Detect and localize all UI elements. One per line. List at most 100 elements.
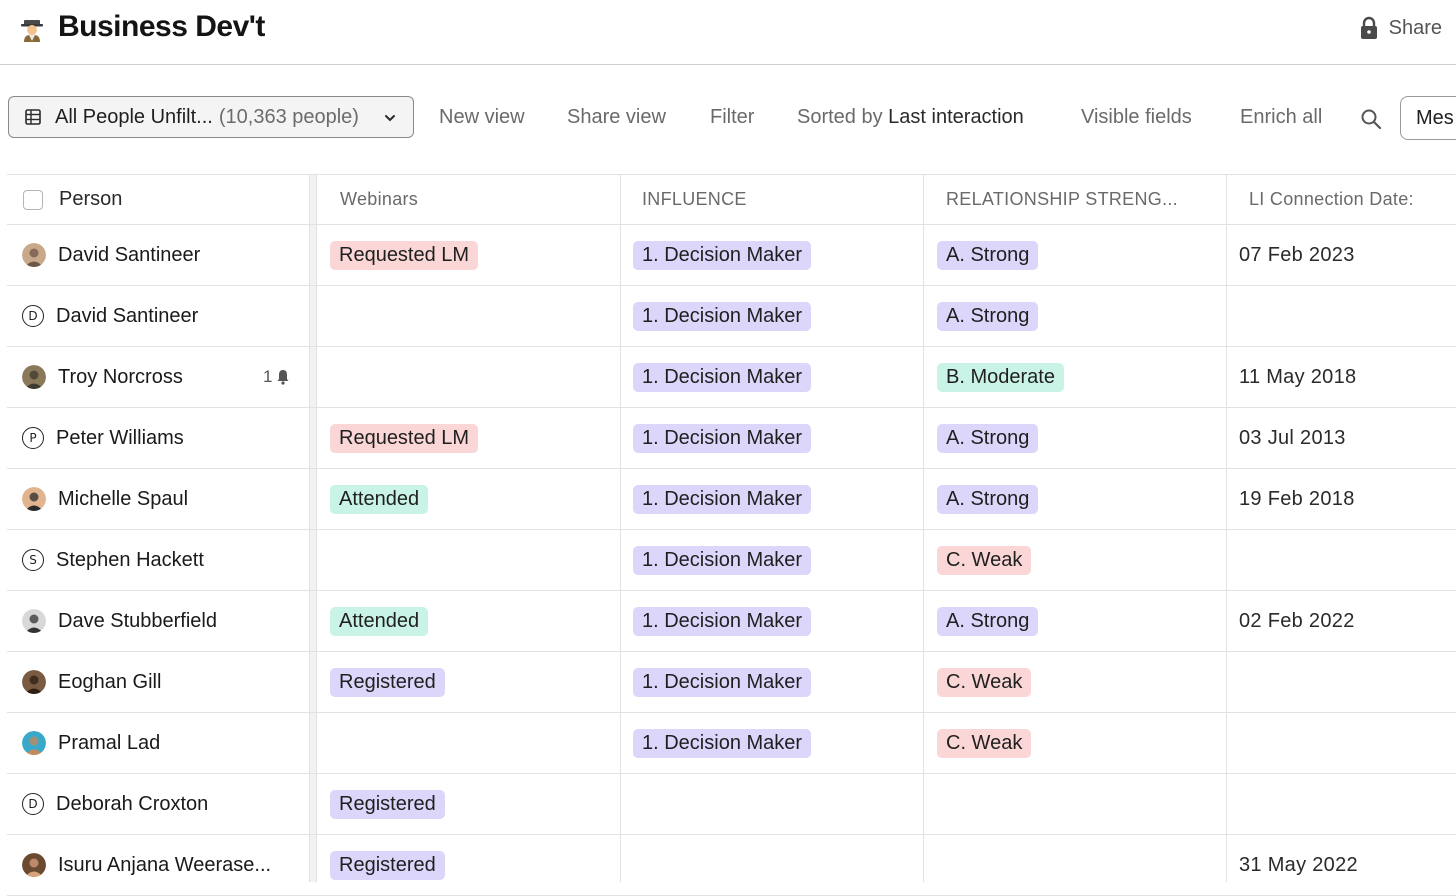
bell-icon: [277, 370, 289, 385]
webinar-cell[interactable]: Registered: [330, 774, 445, 834]
person-name[interactable]: Stephen Hackett: [56, 549, 204, 572]
person-name[interactable]: Eoghan Gill: [58, 671, 161, 694]
relationship-strength-cell[interactable]: A. Strong: [937, 225, 1039, 285]
li-connection-date-cell[interactable]: 31 May 2022: [1239, 835, 1358, 895]
relationship-strength-tag: A. Strong: [937, 423, 1039, 453]
person-name[interactable]: Deborah Croxton: [56, 793, 208, 816]
column-header-relationship-strength[interactable]: RELATIONSHIP STRENG...: [946, 175, 1178, 224]
person-name[interactable]: David Santineer: [56, 305, 198, 328]
person-cell[interactable]: D Deborah Croxton: [22, 774, 208, 834]
chevron-down-icon: [385, 115, 395, 122]
avatar-initial: D: [22, 305, 44, 327]
influence-cell[interactable]: 1. Decision Maker: [633, 469, 812, 529]
share-button[interactable]: Share: [1359, 16, 1442, 40]
table-row[interactable]: Eoghan Gill Registered 1. Decision Maker C.…: [7, 652, 1456, 713]
li-connection-date-cell[interactable]: 03 Jul 2013: [1239, 408, 1346, 468]
influence-cell[interactable]: 1. Decision Maker: [633, 530, 812, 590]
visible-fields-button[interactable]: Visible fields: [1081, 106, 1192, 129]
enrich-all-button[interactable]: Enrich all: [1240, 106, 1322, 129]
webinar-cell[interactable]: Requested LM: [330, 408, 479, 468]
view-name: All People Unfilt...: [55, 105, 213, 128]
table-row[interactable]: David Santineer Requested LM 1. Decision M…: [7, 225, 1456, 286]
avatar: [22, 670, 46, 694]
person-name[interactable]: Isuru Anjana Weerase...: [58, 854, 271, 877]
webinar-cell[interactable]: Registered: [330, 652, 445, 712]
sort-button[interactable]: Sorted by Last interaction: [797, 106, 1024, 129]
view-selector[interactable]: All People Unfilt... (10,363 people): [8, 96, 414, 138]
person-cell[interactable]: P Peter Williams: [22, 408, 184, 468]
influence-cell[interactable]: 1. Decision Maker: [633, 286, 812, 346]
li-connection-date-cell[interactable]: 19 Feb 2018: [1239, 469, 1355, 529]
webinar-cell[interactable]: Requested LM: [330, 225, 479, 285]
person-cell[interactable]: Eoghan Gill: [22, 652, 161, 712]
message-button[interactable]: Mes: [1400, 96, 1456, 140]
table-header: Person Webinars INFLUENCE RELATIONSHIP S…: [7, 174, 1456, 225]
influence-cell[interactable]: 1. Decision Maker: [633, 225, 812, 285]
reminder-count: 1: [263, 367, 273, 386]
view-count: (10,363 people): [218, 105, 359, 128]
person-cell[interactable]: Troy Norcross: [22, 347, 183, 407]
column-header-webinars[interactable]: Webinars: [340, 175, 418, 224]
table-grid-icon: [25, 109, 41, 125]
influence-tag: 1. Decision Maker: [633, 301, 812, 331]
li-connection-date-cell[interactable]: 07 Feb 2023: [1239, 225, 1355, 285]
person-cell[interactable]: Pramal Lad: [22, 713, 160, 773]
avatar: [22, 609, 46, 633]
relationship-strength-tag: A. Strong: [937, 240, 1039, 270]
person-name[interactable]: David Santineer: [58, 244, 200, 267]
person-name[interactable]: Michelle Spaul: [58, 488, 188, 511]
li-connection-date-cell[interactable]: 02 Feb 2022: [1239, 591, 1355, 651]
influence-cell[interactable]: 1. Decision Maker: [633, 591, 812, 651]
table-row[interactable]: S Stephen Hackett 1. Decision Maker C. Weak: [7, 530, 1456, 591]
influence-tag: 1. Decision Maker: [633, 362, 812, 392]
influence-cell[interactable]: 1. Decision Maker: [633, 408, 812, 468]
person-cell[interactable]: D David Santineer: [22, 286, 198, 346]
person-name[interactable]: Troy Norcross: [58, 366, 183, 389]
person-cell[interactable]: Michelle Spaul: [22, 469, 188, 529]
filter-button[interactable]: Filter: [710, 106, 754, 129]
column-header-person[interactable]: Person: [23, 175, 122, 224]
column-header-influence[interactable]: INFLUENCE: [642, 175, 747, 224]
webinar-cell[interactable]: Attended: [330, 591, 429, 651]
share-label: Share: [1388, 16, 1442, 39]
person-cell[interactable]: Dave Stubberfield: [22, 591, 217, 651]
column-header-li-connection-date[interactable]: LI Connection Date:: [1249, 175, 1414, 224]
table-row[interactable]: Isuru Anjana Weerase... Registered 31 May …: [7, 835, 1456, 896]
relationship-strength-cell[interactable]: C. Weak: [937, 530, 1032, 590]
avatar: [22, 853, 46, 877]
relationship-strength-cell[interactable]: A. Strong: [937, 591, 1039, 651]
select-all-checkbox[interactable]: [23, 189, 43, 210]
li-connection-date-cell[interactable]: 11 May 2018: [1239, 347, 1356, 407]
webinar-cell[interactable]: Attended: [330, 469, 429, 529]
reminder-badge[interactable]: 1: [263, 347, 290, 407]
relationship-strength-cell[interactable]: A. Strong: [937, 286, 1039, 346]
person-cell[interactable]: S Stephen Hackett: [22, 530, 204, 590]
relationship-strength-cell[interactable]: A. Strong: [937, 408, 1039, 468]
person-cell[interactable]: Isuru Anjana Weerase...: [22, 835, 271, 895]
influence-tag: 1. Decision Maker: [633, 240, 812, 270]
influence-cell[interactable]: 1. Decision Maker: [633, 347, 812, 407]
table-row[interactable]: Michelle Spaul Attended 1. Decision Maker A…: [7, 469, 1456, 530]
table-row[interactable]: D David Santineer 1. Decision Maker A. Stro…: [7, 286, 1456, 347]
influence-tag: 1. Decision Maker: [633, 728, 812, 758]
influence-tag: 1. Decision Maker: [633, 606, 812, 636]
relationship-strength-cell[interactable]: C. Weak: [937, 652, 1032, 712]
person-cell[interactable]: David Santineer: [22, 225, 200, 285]
table-row[interactable]: Dave Stubberfield Attended 1. Decision Mak…: [7, 591, 1456, 652]
table-row[interactable]: D Deborah Croxton Registered: [7, 774, 1456, 835]
relationship-strength-cell[interactable]: C. Weak: [937, 713, 1032, 773]
relationship-strength-cell[interactable]: B. Moderate: [937, 347, 1064, 407]
person-name[interactable]: Pramal Lad: [58, 732, 160, 755]
webinar-cell[interactable]: Registered: [330, 835, 445, 895]
person-name[interactable]: Dave Stubberfield: [58, 610, 217, 633]
influence-cell[interactable]: 1. Decision Maker: [633, 713, 812, 773]
share-view-button[interactable]: Share view: [567, 106, 666, 129]
relationship-strength-cell[interactable]: A. Strong: [937, 469, 1039, 529]
search-icon[interactable]: [1360, 108, 1382, 130]
table-row[interactable]: Troy Norcross 1 1. Decision Maker B. Modera…: [7, 347, 1456, 408]
person-name[interactable]: Peter Williams: [56, 427, 184, 450]
new-view-button[interactable]: New view: [439, 106, 525, 129]
table-row[interactable]: P Peter Williams Requested LM 1. Decision M…: [7, 408, 1456, 469]
influence-cell[interactable]: 1. Decision Maker: [633, 652, 812, 712]
table-row[interactable]: Pramal Lad 1. Decision Maker C. Weak: [7, 713, 1456, 774]
